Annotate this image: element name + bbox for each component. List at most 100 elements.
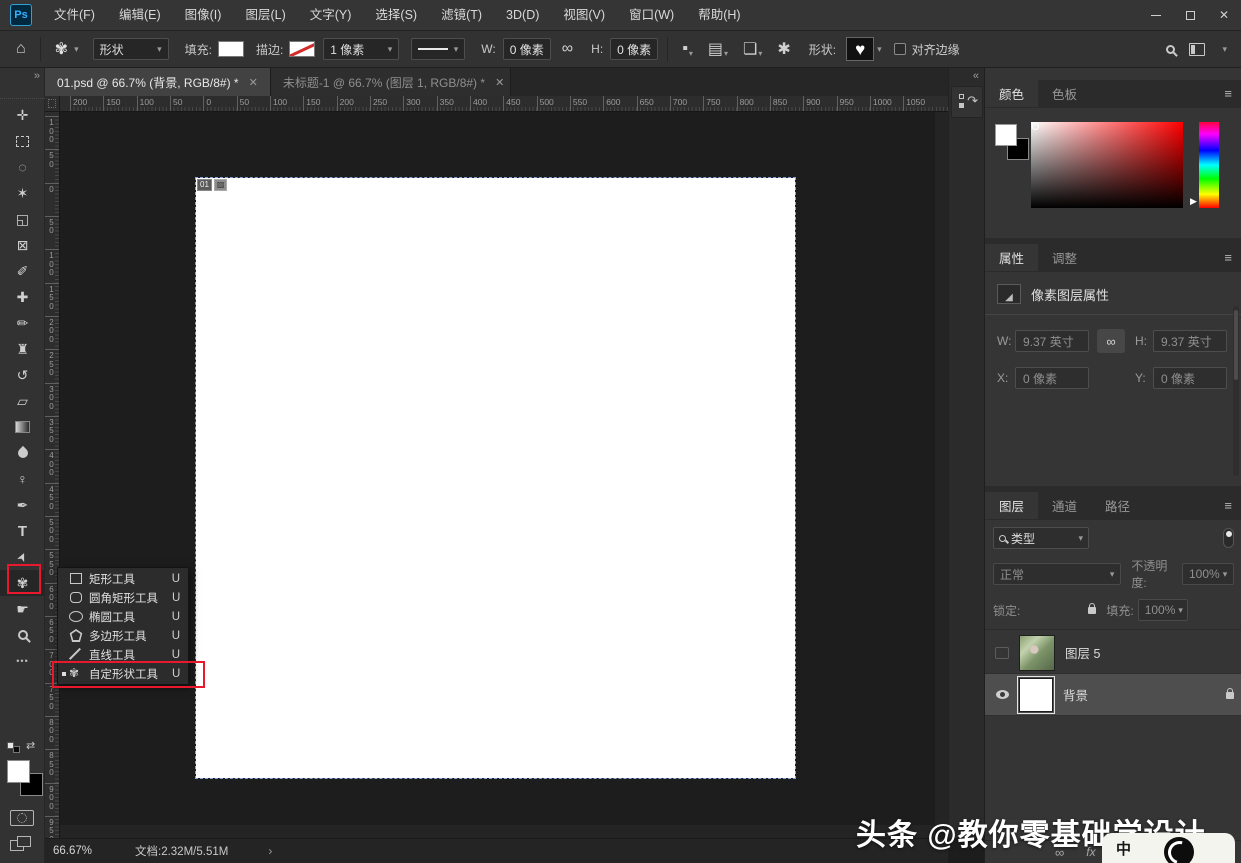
dropdown-icon[interactable]: ▾ [877, 44, 882, 55]
zoom-level-field[interactable]: 66.67% [53, 845, 123, 857]
eraser-tool[interactable]: ▱ [0, 388, 45, 414]
ruler-origin-corner[interactable] [45, 96, 60, 112]
y-field[interactable]: 0 像素 [1153, 367, 1227, 389]
tab-adjustments[interactable]: 调整 [1038, 244, 1091, 271]
menu-item[interactable]: 窗口(W) [617, 0, 686, 31]
gradient-tool[interactable] [0, 414, 45, 440]
shape-settings-gear-button[interactable]: ✱ [769, 39, 798, 59]
tool-mode-select[interactable]: 形状 ▾ [92, 38, 169, 60]
color-picker-ring-icon[interactable] [1032, 123, 1039, 130]
x-field[interactable]: 0 像素 [1015, 367, 1089, 389]
menu-item[interactable]: 视图(V) [551, 0, 617, 31]
hand-tool[interactable]: ☛ [0, 596, 45, 622]
menu-item[interactable]: 选择(S) [363, 0, 429, 31]
align-edges-checkbox[interactable] [893, 43, 906, 55]
history-brush-tool[interactable]: ↺ [0, 362, 45, 388]
rectangular-marquee-tool[interactable] [0, 128, 45, 154]
blur-tool[interactable] [0, 440, 45, 466]
magic-wand-tool[interactable]: ✶ [0, 180, 45, 206]
shape-height-field[interactable]: 0 像素 [610, 38, 659, 60]
flyout-item-rounded-rectangle-tool[interactable]: 圆角矩形工具 U [58, 588, 188, 607]
layer-row[interactable]: 图层 5 [985, 632, 1241, 674]
workspace-switcher-icon[interactable] [1189, 42, 1206, 56]
horizontal-ruler[interactable]: 200 150 100 50 0 50 100 150 200 250 300 350 400 450 50… [60, 96, 948, 112]
crop-tool[interactable]: ◱ [0, 206, 45, 232]
custom-shape-preview[interactable]: ♥ [846, 37, 875, 61]
flyout-item-rectangle-tool[interactable]: 矩形工具 U [58, 569, 188, 588]
quick-mask-button[interactable] [10, 810, 34, 826]
search-icon[interactable] [1166, 44, 1176, 54]
shape-width-field[interactable]: 0 像素 [502, 38, 551, 60]
layer-row[interactable]: 背景 [985, 674, 1241, 716]
tab-layers[interactable]: 图层 [985, 492, 1039, 519]
type-tool[interactable]: T [0, 518, 45, 544]
width-field[interactable]: 9.37 英寸 [1015, 330, 1089, 352]
dodge-tool[interactable]: ♀ [0, 466, 45, 492]
stroke-style-select[interactable]: ▾ [411, 38, 466, 60]
tab-channels[interactable]: 通道 [1038, 492, 1091, 519]
document-tab[interactable]: 未标题-1 @ 66.7% (图层 1, RGB/8#) * ✕ [270, 68, 511, 96]
home-button[interactable]: ⌂ [8, 40, 34, 58]
document-tab[interactable]: 01.psd @ 66.7% (背景, RGB/8#) * ✕ [45, 68, 271, 96]
layer-thumbnail[interactable] [1019, 634, 1055, 671]
filter-toggle[interactable] [1223, 528, 1234, 548]
eyedropper-tool[interactable]: ✐ [0, 258, 45, 284]
opacity-select[interactable]: 100% ▾ [1182, 563, 1234, 585]
canvas-pasteboard[interactable]: 01 ▨ [60, 112, 935, 825]
document-canvas[interactable]: 01 ▨ [195, 177, 796, 779]
panel-scrollbar[interactable] [1233, 306, 1239, 476]
hue-slider-marker-icon[interactable]: ▶ [1190, 196, 1197, 207]
collapsed-panel-button[interactable]: ↷ [951, 86, 983, 118]
horizontal-scrollbar[interactable] [60, 825, 935, 838]
zoom-tool[interactable] [0, 622, 45, 648]
close-button[interactable]: ✕ [1207, 0, 1241, 31]
collapse-panels-icon[interactable]: « [973, 70, 979, 82]
tab-paths[interactable]: 路径 [1091, 492, 1144, 519]
pen-tool[interactable]: ✒ [0, 492, 45, 518]
flyout-item-ellipse-tool[interactable]: 椭圆工具 U [58, 607, 188, 626]
lock-all-icon[interactable] [1088, 602, 1097, 614]
menu-item[interactable]: 3D(D) [494, 0, 551, 31]
menu-item[interactable]: 文件(F) [42, 0, 107, 31]
menu-item[interactable]: 滤镜(T) [429, 0, 494, 31]
fill-select[interactable]: 100% ▾ [1137, 599, 1188, 621]
status-options-chevron-icon[interactable]: › [268, 844, 272, 858]
screen-mode-button[interactable] [10, 836, 34, 854]
fill-color-swatch[interactable] [217, 41, 244, 57]
tab-color[interactable]: 颜色 [985, 80, 1039, 107]
dropdown-icon[interactable]: ▾ [1222, 44, 1227, 55]
spot-healing-brush-tool[interactable]: ✚ [0, 284, 45, 310]
menu-item[interactable]: 编辑(E) [107, 0, 173, 31]
hue-slider[interactable] [1199, 122, 1219, 208]
menu-item[interactable]: 图像(I) [173, 0, 234, 31]
saturation-brightness-field[interactable] [1031, 122, 1183, 208]
path-alignment-button[interactable]: ▤ ▾ [700, 39, 735, 59]
menu-item[interactable]: 帮助(H) [686, 0, 752, 31]
minimize-button[interactable] [1139, 0, 1173, 31]
frame-tool[interactable]: ⊠ [0, 232, 45, 258]
blend-mode-select[interactable]: 正常 ▾ [993, 563, 1122, 585]
foreground-color-swatch[interactable] [7, 760, 30, 783]
default-colors-icon[interactable] [7, 742, 20, 753]
vertical-ruler[interactable]: 100 50 0 50 100 150 200 250 300 350 400 450 500 550 60… [45, 112, 60, 838]
stroke-color-swatch[interactable] [289, 41, 316, 57]
menu-item[interactable]: 图层(L) [233, 0, 297, 31]
link-dimensions-button[interactable]: ∞ [1097, 329, 1125, 353]
swap-colors-icon[interactable]: ⇄ [26, 739, 35, 752]
stroke-width-select[interactable]: 1 像素 ▾ [323, 38, 400, 60]
close-icon[interactable]: ✕ [495, 76, 504, 89]
panel-menu-icon[interactable]: ≡ [1214, 492, 1241, 519]
path-arrangement-button[interactable]: ❏ ▾ [735, 39, 769, 59]
panel-menu-icon[interactable]: ≡ [1214, 244, 1241, 271]
tab-properties[interactable]: 属性 [985, 244, 1039, 271]
height-field[interactable]: 9.37 英寸 [1153, 330, 1227, 352]
visibility-toggle[interactable] [985, 646, 1019, 659]
path-operations-button[interactable]: ▪ ▾ [674, 40, 700, 58]
more-tools[interactable]: ••• [0, 648, 45, 674]
close-icon[interactable]: ✕ [249, 76, 258, 89]
tool-preset-button[interactable]: ✾ ▾ [47, 39, 87, 59]
layer-thumbnail[interactable] [1017, 675, 1055, 714]
lasso-tool[interactable]: ◌ [0, 154, 45, 180]
tab-swatches[interactable]: 色板 [1038, 80, 1091, 107]
photoshop-logo-icon[interactable]: Ps [10, 4, 32, 26]
